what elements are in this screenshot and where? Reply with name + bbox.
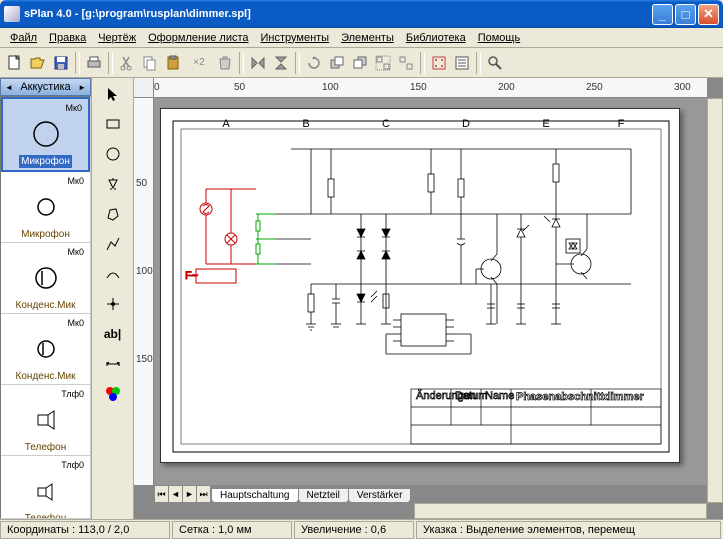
pointer-tool[interactable]: [101, 82, 125, 106]
menu-file[interactable]: Файл: [4, 30, 43, 46]
main-toolbar: ×2: [0, 48, 723, 78]
palette-item[interactable]: Мк0 Микрофон: [1, 172, 90, 243]
form-button[interactable]: [451, 52, 473, 74]
ungroup-button[interactable]: [395, 52, 417, 74]
palette-item[interactable]: Мк0 Микрофон: [1, 97, 90, 172]
flip-h-button[interactable]: [247, 52, 269, 74]
line-tool[interactable]: [101, 232, 125, 256]
palette-item[interactable]: Тлф0 Телефон: [1, 385, 90, 456]
copy-button[interactable]: [139, 52, 161, 74]
sheet-tab[interactable]: Netzteil: [298, 489, 349, 503]
chevron-right-icon: ►: [78, 83, 86, 92]
paste-button[interactable]: [162, 52, 184, 74]
canvas-viewport[interactable]: A B C D E F F~: [154, 98, 707, 485]
group-button[interactable]: [372, 52, 394, 74]
menu-page-layout[interactable]: Оформление листа: [142, 30, 254, 46]
menu-elements[interactable]: Элементы: [335, 30, 400, 46]
svg-text:F: F: [618, 118, 625, 130]
text-tool[interactable]: ab|: [101, 322, 125, 346]
svg-text:F~: F~: [185, 270, 198, 282]
schematic-svg: A B C D E F F~: [161, 109, 681, 464]
chevron-left-icon: ◄: [5, 83, 13, 92]
palette-item[interactable]: Мк0 Конденс.Мик: [1, 314, 90, 385]
status-coords: Координаты : 113,0 / 2,0: [0, 521, 170, 539]
palette-category-label: Аккустика: [20, 81, 70, 93]
app-icon: [4, 6, 20, 22]
bring-front-button[interactable]: [326, 52, 348, 74]
ruler-corner: [134, 78, 154, 98]
sheet-tab[interactable]: Verstärker: [348, 489, 412, 503]
svg-text:E: E: [542, 118, 549, 130]
status-hint: Указка : Выделение элементов, перемещ: [416, 521, 721, 539]
minimize-button[interactable]: _: [652, 4, 673, 25]
palette-item[interactable]: Мк0 Конденс.Мик: [1, 243, 90, 314]
drawing-page[interactable]: A B C D E F F~: [160, 108, 680, 463]
svg-text:Phasenabschnittdimmer: Phasenabschnittdimmer: [516, 391, 644, 403]
canvas-area: 0 50 100 150 200 250 300 50 100 150 A B C D…: [134, 78, 723, 519]
polygon-tool[interactable]: [101, 202, 125, 226]
horizontal-scrollbar[interactable]: [414, 503, 707, 519]
snap-button[interactable]: [428, 52, 450, 74]
ruler-vertical: 50 100 150: [134, 98, 154, 485]
svg-text:B: B: [302, 118, 309, 130]
menu-edit[interactable]: Правка: [43, 30, 92, 46]
menu-help[interactable]: Помощь: [472, 30, 527, 46]
color-tool[interactable]: [101, 382, 125, 406]
menu-drawing[interactable]: Чертёж: [92, 30, 142, 46]
duplicate-button[interactable]: ×2: [185, 52, 213, 74]
status-grid: Сетка : 1,0 мм: [172, 521, 292, 539]
open-button[interactable]: [27, 52, 49, 74]
sheet-prev-button[interactable]: ◄: [169, 486, 183, 502]
rotate-button[interactable]: [303, 52, 325, 74]
svg-text:A: A: [222, 118, 230, 130]
save-button[interactable]: [50, 52, 72, 74]
menu-library[interactable]: Библиотека: [400, 30, 472, 46]
maximize-button[interactable]: □: [675, 4, 696, 25]
circle-tool[interactable]: [101, 142, 125, 166]
close-button[interactable]: ✕: [698, 4, 719, 25]
curve-tool[interactable]: [101, 262, 125, 286]
dimension-tool[interactable]: [101, 352, 125, 376]
window-title: sPlan 4.0 - [g:\program\rusplan\dimmer.s…: [24, 8, 652, 20]
statusbar: Координаты : 113,0 / 2,0 Сетка : 1,0 мм …: [0, 519, 723, 539]
svg-text:C: C: [382, 118, 390, 130]
delete-button[interactable]: [214, 52, 236, 74]
palette-category-selector[interactable]: ◄ Аккустика ►: [0, 78, 91, 96]
titlebar: sPlan 4.0 - [g:\program\rusplan\dimmer.s…: [0, 0, 723, 28]
sheet-tab[interactable]: Hauptschaltung: [211, 489, 299, 503]
sheet-last-button[interactable]: ⏭: [197, 486, 211, 502]
menubar: Файл Правка Чертёж Оформление листа Инст…: [0, 28, 723, 48]
sheet-first-button[interactable]: ⏮: [155, 486, 169, 502]
rect-tool[interactable]: [101, 112, 125, 136]
ruler-horizontal: 0 50 100 150 200 250 300: [154, 78, 707, 98]
svg-text:Name: Name: [485, 390, 514, 402]
drawing-toolbar: ab|: [92, 78, 134, 519]
palette-item[interactable]: Тлф0 Телефон: [1, 456, 90, 519]
menu-tools[interactable]: Инструменты: [255, 30, 336, 46]
status-zoom: Увеличение : 0,6: [294, 521, 414, 539]
new-button[interactable]: [4, 52, 26, 74]
svg-text:Datum: Datum: [455, 390, 487, 402]
special-tool[interactable]: [101, 172, 125, 196]
svg-text:D: D: [462, 118, 470, 130]
send-back-button[interactable]: [349, 52, 371, 74]
component-palette: ◄ Аккустика ► Мк0 Микрофон Мк0 Микрофон …: [0, 78, 92, 519]
vertical-scrollbar[interactable]: [707, 98, 723, 503]
zoom-button[interactable]: [484, 52, 506, 74]
cut-button[interactable]: [116, 52, 138, 74]
sheet-tabs: ⏮ ◄ ► ⏭ Hauptschaltung Netzteil Verstärk…: [154, 485, 411, 503]
sheet-next-button[interactable]: ►: [183, 486, 197, 502]
node-tool[interactable]: [101, 292, 125, 316]
flip-v-button[interactable]: [270, 52, 292, 74]
print-button[interactable]: [83, 52, 105, 74]
